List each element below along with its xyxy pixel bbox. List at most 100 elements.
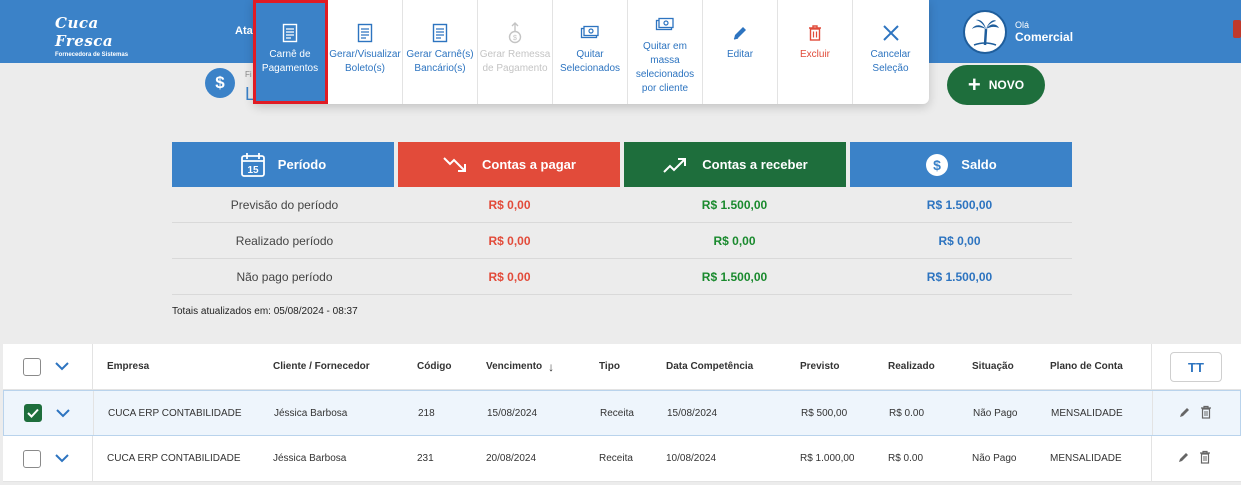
col-codigo[interactable]: Código: [417, 344, 451, 389]
summary-row: Não pago período R$ 0,00 R$ 1.500,00 R$ …: [172, 259, 1072, 295]
greeting-text: Olá: [1015, 20, 1030, 30]
svg-text:$: $: [933, 157, 941, 173]
plus-icon: +: [967, 72, 981, 97]
quitar-em-massa-button[interactable]: Quitar em massa selecionados por cliente: [628, 0, 703, 104]
carne-pagamentos-label: Carnê de Pagamentos: [261, 49, 319, 74]
cell-vencimento: 20/08/2024: [486, 453, 537, 464]
cancel-selection-label: Cancelar Seleção: [870, 49, 911, 74]
chevron-down-icon[interactable]: [55, 362, 69, 371]
row-checkbox-checked[interactable]: [24, 404, 42, 422]
company-logo[interactable]: Cuca Fresca Fornecedora de Sistemas: [55, 14, 145, 58]
col-tipo[interactable]: Tipo: [599, 344, 620, 389]
row-actions: [1177, 436, 1211, 481]
gerar-remessa-button[interactable]: $ Gerar Remessa de Pagamento: [478, 0, 553, 104]
summary-row-label: Não pago período: [236, 269, 333, 284]
carne-pagamentos-button[interactable]: Carnê de Pagamentos: [253, 0, 328, 104]
row-checkbox[interactable]: [23, 449, 41, 468]
document-icon: [354, 22, 376, 44]
avatar[interactable]: [963, 10, 1007, 54]
summary-header: 15 Período Contas a pagar Contas a receb…: [172, 142, 1072, 187]
logo-text: Cuca Fresca: [55, 14, 114, 50]
table-row[interactable]: CUCA ERP CONTABILIDADE Jéssica Barbosa 2…: [3, 390, 1241, 436]
delete-button[interactable]: Excluir: [778, 0, 853, 104]
table-row[interactable]: CUCA ERP CONTABILIDADE Jéssica Barbosa 2…: [3, 436, 1241, 482]
trash-icon[interactable]: [1199, 450, 1211, 467]
receivables-value: R$ 1.500,00: [701, 197, 768, 212]
cell-empresa: CUCA ERP CONTABILIDADE: [108, 407, 242, 419]
pencil-icon[interactable]: [1177, 450, 1191, 467]
row-actions: [1178, 391, 1212, 435]
palm-tree-icon: [972, 19, 999, 46]
quitar-selecionados-button[interactable]: Quitar Selecionados: [553, 0, 628, 104]
select-all-checkbox[interactable]: [23, 357, 41, 376]
chevron-down-icon[interactable]: [55, 454, 69, 463]
balance-header: $ Saldo: [850, 142, 1072, 187]
col-empresa[interactable]: Empresa: [107, 344, 149, 389]
col-competencia[interactable]: Data Competência: [666, 344, 753, 389]
balance-value: R$ 0,00: [938, 233, 981, 248]
user-name: Comercial: [1015, 30, 1074, 44]
cell-realizado: R$ 0.00: [888, 453, 924, 464]
cell-situacao: Não Pago: [972, 453, 1017, 464]
row-select-cell: [3, 436, 93, 481]
period-header-label: Período: [277, 157, 327, 172]
period-summary: 15 Período Contas a pagar Contas a receb…: [172, 142, 1072, 295]
quitar-em-massa-label: Quitar em massa selecionados por cliente: [635, 41, 695, 94]
cash-icon: [654, 14, 676, 36]
trash-icon[interactable]: [1200, 405, 1212, 422]
receivables-header: Contas a receber: [624, 142, 846, 187]
user-menu[interactable]: Olá Comercial: [963, 10, 1073, 54]
col-vencimento[interactable]: Vencimento ↓: [486, 344, 554, 389]
cell-cliente: Jéssica Barbosa: [274, 407, 348, 419]
payables-value: R$ 0,00: [488, 233, 531, 248]
pencil-icon[interactable]: [1178, 405, 1192, 422]
page-subtitle: Fi: [245, 70, 252, 79]
nav-item-partial[interactable]: Ata: [235, 25, 253, 37]
column-divider: [1151, 436, 1152, 481]
calendar-icon: 15: [240, 152, 266, 178]
period-header: 15 Período: [172, 142, 394, 187]
sort-arrow-icon: ↓: [548, 359, 555, 374]
receivables-value: R$ 1.500,00: [701, 269, 768, 284]
cell-cliente: Jéssica Barbosa: [273, 453, 347, 464]
column-settings-button[interactable]: TT: [1170, 352, 1222, 382]
cell-vencimento: 15/08/2024: [487, 407, 538, 419]
new-button[interactable]: + NOVO: [947, 65, 1045, 105]
edit-button[interactable]: Editar: [703, 0, 778, 104]
receivables-header-label: Contas a receber: [702, 157, 808, 172]
trend-up-icon: [662, 156, 690, 174]
logo-tagline: Fornecedora de Sistemas: [55, 52, 129, 58]
summary-row: Realizado período R$ 0,00 R$ 0,00 R$ 0,0…: [172, 223, 1072, 259]
chevron-down-icon[interactable]: [56, 408, 70, 418]
svg-text:$: $: [513, 35, 517, 42]
receivables-value: R$ 0,00: [713, 233, 756, 248]
notification-icon[interactable]: [1233, 20, 1241, 38]
cancel-selection-button[interactable]: Cancelar Seleção: [853, 0, 928, 104]
user-greeting: Olá Comercial: [1015, 20, 1073, 44]
gerar-boleto-button[interactable]: Gerar/Visualizar Boleto(s): [328, 0, 403, 104]
col-realizado[interactable]: Realizado: [888, 344, 935, 389]
gerar-carne-bancario-button[interactable]: Gerar Carnê(s) Bancário(s): [403, 0, 478, 104]
bulk-actions-toolbar: Carnê de Pagamentos Gerar/Visualizar Bol…: [253, 0, 929, 104]
col-situacao[interactable]: Situação: [972, 344, 1014, 389]
col-plano[interactable]: Plano de Conta: [1050, 344, 1123, 389]
col-cliente[interactable]: Cliente / Fornecedor: [273, 344, 370, 389]
col-previsto[interactable]: Previsto: [800, 344, 839, 389]
select-all-cell: [3, 344, 93, 389]
gerar-carne-bancario-label: Gerar Carnê(s) Bancário(s): [406, 49, 474, 74]
balance-header-label: Saldo: [961, 157, 997, 172]
cell-codigo: 231: [417, 453, 434, 464]
new-button-label: NOVO: [988, 78, 1025, 92]
checkmark-icon: [27, 408, 39, 418]
cell-plano: MENSALIDADE: [1050, 453, 1122, 464]
page-icon: $: [205, 68, 235, 98]
cell-tipo: Receita: [600, 407, 634, 419]
quitar-selecionados-label: Quitar Selecionados: [559, 49, 621, 74]
balance-value: R$ 1.500,00: [926, 269, 993, 284]
table-header: Empresa Cliente / Fornecedor Código Venc…: [3, 344, 1241, 390]
dollar-icon: $: [205, 68, 235, 98]
col-vencimento-label: Vencimento: [486, 361, 543, 372]
summary-row: Previsão do período R$ 0,00 R$ 1.500,00 …: [172, 187, 1072, 223]
row-select-cell: [4, 391, 94, 435]
cell-situacao: Não Pago: [973, 407, 1018, 419]
